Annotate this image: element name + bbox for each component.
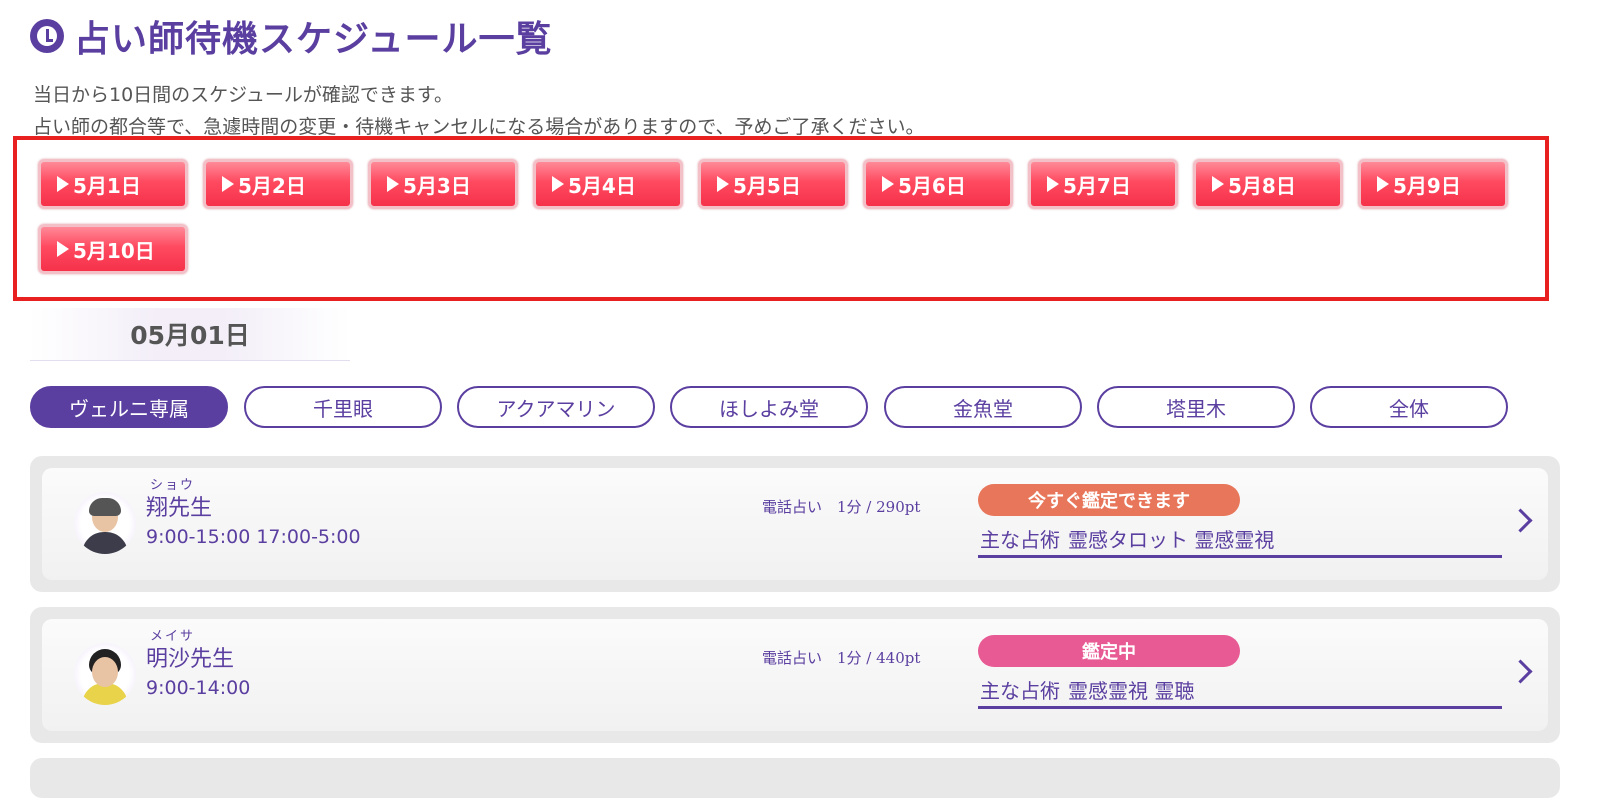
date-tab-label: 5月3日 bbox=[403, 173, 471, 198]
avatar bbox=[74, 643, 136, 705]
date-tab-label: 5月2日 bbox=[238, 173, 306, 198]
category-tab-hoshiyomido[interactable]: ほしよみ堂 bbox=[670, 386, 868, 428]
card-body: メイサ 明沙先生 9:00-14:00 電話占い 1分 / 440pt 鑑定中 … bbox=[42, 619, 1548, 731]
play-triangle-icon bbox=[882, 176, 894, 192]
date-tab-label: 5月9日 bbox=[1393, 173, 1461, 198]
date-tab-5-10[interactable]: 5月10日 bbox=[38, 224, 188, 274]
clock-icon bbox=[30, 19, 64, 53]
date-tab-label: 5月7日 bbox=[1063, 173, 1131, 198]
chevron-right-icon[interactable] bbox=[1508, 659, 1533, 684]
category-tab-aquamarine[interactable]: アクアマリン bbox=[457, 386, 655, 428]
fortune-teller-card[interactable]: メイサ 明沙先生 9:00-14:00 電話占い 1分 / 440pt 鑑定中 … bbox=[30, 607, 1560, 743]
play-triangle-icon bbox=[222, 176, 234, 192]
date-tab-5-8[interactable]: 5月8日 bbox=[1193, 159, 1343, 209]
date-tab-5-6[interactable]: 5月6日 bbox=[863, 159, 1013, 209]
chevron-right-icon[interactable] bbox=[1508, 508, 1533, 533]
date-tab-5-2[interactable]: 5月2日 bbox=[203, 159, 353, 209]
category-tab-kingyodo[interactable]: 金魚堂 bbox=[884, 386, 1082, 428]
price-info: 電話占い 1分 / 290pt bbox=[762, 498, 921, 516]
date-tab-label: 5月5日 bbox=[733, 173, 801, 198]
methods-value: 霊感霊視 霊聴 bbox=[1068, 679, 1195, 703]
schedule-hours: 9:00-14:00 bbox=[146, 677, 251, 699]
methods-line: 主な占術 霊感霊視 霊聴 bbox=[978, 675, 1502, 709]
date-tab-5-9[interactable]: 5月9日 bbox=[1358, 159, 1508, 209]
date-tab-5-1[interactable]: 5月1日 bbox=[38, 159, 188, 209]
teller-name: 翔先生 bbox=[146, 496, 213, 521]
methods-label: 主な占術 bbox=[980, 528, 1060, 552]
date-tab-5-3[interactable]: 5月3日 bbox=[368, 159, 518, 209]
play-triangle-icon bbox=[57, 176, 69, 192]
date-tab-5-4[interactable]: 5月4日 bbox=[533, 159, 683, 209]
methods-value: 霊感タロット 霊感霊視 bbox=[1068, 528, 1275, 552]
category-tab-senrigan[interactable]: 千里眼 bbox=[244, 386, 442, 428]
price-info: 電話占い 1分 / 440pt bbox=[762, 649, 921, 667]
card-body: ショウ 翔先生 9:00-15:00 17:00-5:00 電話占い 1分 / … bbox=[42, 468, 1548, 580]
date-tab-label: 5月10日 bbox=[73, 238, 155, 263]
date-tab-label: 5月6日 bbox=[898, 173, 966, 198]
status-badge: 鑑定中 bbox=[978, 635, 1240, 667]
play-triangle-icon bbox=[1212, 176, 1224, 192]
fortune-teller-card-partial[interactable] bbox=[30, 758, 1560, 798]
date-tab-5-7[interactable]: 5月7日 bbox=[1028, 159, 1178, 209]
play-triangle-icon bbox=[1377, 176, 1389, 192]
selected-date-text: 05月01日 bbox=[130, 321, 250, 350]
avatar bbox=[74, 492, 136, 554]
status-badge: 今すぐ鑑定できます bbox=[978, 484, 1240, 516]
play-triangle-icon bbox=[1047, 176, 1059, 192]
page-title-text: 占い師待機スケジュール一覧 bbox=[74, 19, 553, 60]
page-title: 占い師待機スケジュール一覧 bbox=[30, 14, 552, 60]
date-tab-label: 5月8日 bbox=[1228, 173, 1296, 198]
description-line-1: 当日から10日間のスケジュールが確認できます。 bbox=[33, 84, 453, 106]
category-tab-verni[interactable]: ヴェルニ専属 bbox=[30, 386, 228, 428]
schedule-hours: 9:00-15:00 17:00-5:00 bbox=[146, 526, 361, 548]
play-triangle-icon bbox=[57, 241, 69, 257]
date-tab-label: 5月1日 bbox=[73, 173, 141, 198]
selected-date-heading: 05月01日 bbox=[30, 308, 350, 361]
fortune-teller-card[interactable]: ショウ 翔先生 9:00-15:00 17:00-5:00 電話占い 1分 / … bbox=[30, 456, 1560, 592]
date-tab-label: 5月4日 bbox=[568, 173, 636, 198]
methods-label: 主な占術 bbox=[980, 679, 1060, 703]
category-tab-all[interactable]: 全体 bbox=[1310, 386, 1508, 428]
methods-line: 主な占術 霊感タロット 霊感霊視 bbox=[978, 524, 1502, 558]
play-triangle-icon bbox=[552, 176, 564, 192]
category-tab-taklimakan[interactable]: 塔里木 bbox=[1097, 386, 1295, 428]
description-line-2: 占い師の都合等で、急遽時間の変更・待機キャンセルになる場合がありますので、予めご… bbox=[33, 116, 925, 138]
teller-name: 明沙先生 bbox=[146, 647, 235, 672]
play-triangle-icon bbox=[387, 176, 399, 192]
play-triangle-icon bbox=[717, 176, 729, 192]
date-tab-5-5[interactable]: 5月5日 bbox=[698, 159, 848, 209]
